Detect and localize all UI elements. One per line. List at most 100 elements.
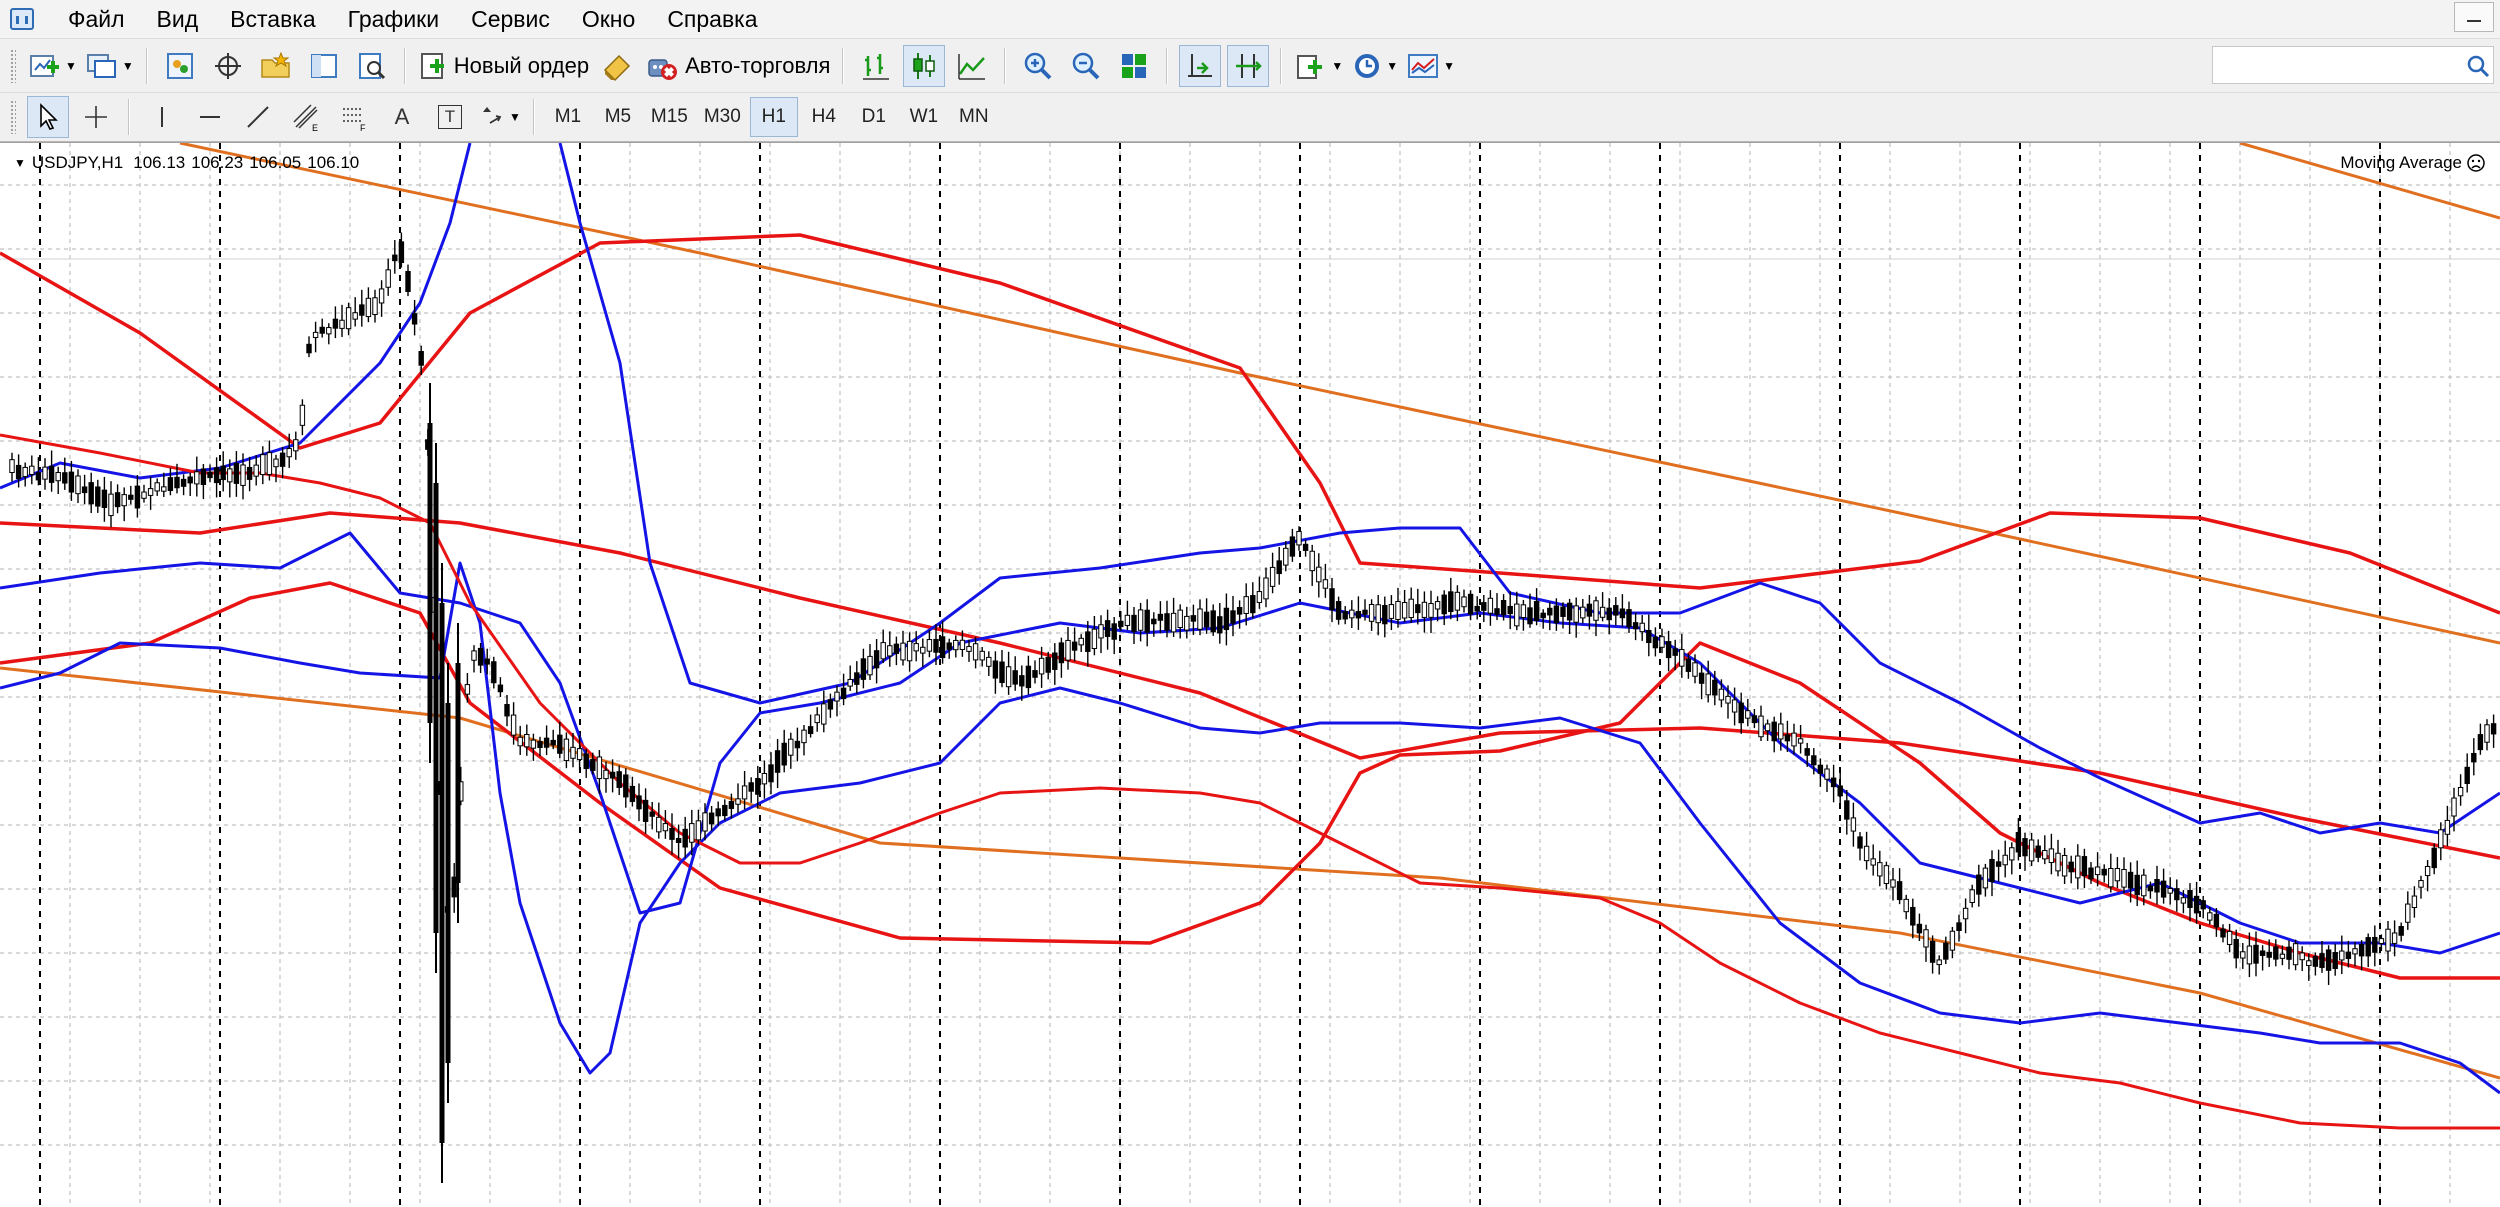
candle-body	[2160, 880, 2167, 898]
candle-body	[1712, 679, 1718, 696]
indicator-label[interactable]: Moving Average	[2340, 153, 2486, 173]
candle-body	[801, 729, 807, 744]
candle-body	[2464, 766, 2470, 784]
candle-body	[1910, 906, 1916, 926]
indicator-name: Moving Average	[2340, 153, 2462, 172]
toolbar-grip[interactable]	[10, 48, 16, 83]
timeframe-m15-button[interactable]: M15	[644, 97, 695, 137]
menu-file[interactable]: Файл	[52, 0, 141, 38]
candle-body	[2213, 913, 2220, 928]
new-order-button[interactable]: Новый ордер	[417, 45, 590, 87]
collapse-triangle-icon[interactable]: ▼	[14, 156, 26, 170]
candle-body	[926, 639, 933, 652]
candle-body	[108, 493, 114, 517]
timeframe-m1-button[interactable]: M1	[544, 97, 592, 137]
zoom-in-button[interactable]	[1017, 45, 1059, 87]
candle-body	[2134, 874, 2140, 896]
line-chart-button[interactable]	[951, 45, 993, 87]
candle-body	[1230, 610, 1236, 624]
trendline-button[interactable]	[237, 96, 279, 138]
menu-window[interactable]: Окно	[566, 0, 651, 38]
tile-windows-button[interactable]	[1113, 45, 1155, 87]
chart-shift-button[interactable]	[1227, 44, 1270, 87]
metaeditor-button[interactable]	[596, 45, 638, 87]
candle-body	[788, 738, 794, 756]
candle-body	[55, 472, 61, 482]
candle-body	[880, 642, 886, 660]
timeframe-mn-button[interactable]: MN	[950, 97, 998, 137]
standard-toolbar: ▼ ▼ Новый ордер Авто-торговля ▼ ▼ ▼	[0, 38, 2500, 92]
timeframe-h1-button[interactable]: H1	[749, 97, 798, 137]
candle-body	[1698, 672, 1705, 684]
crosshair-tool-button[interactable]	[75, 96, 117, 138]
auto-trading-button[interactable]: Авто-торговля	[644, 45, 831, 87]
candle-body	[2088, 867, 2094, 880]
candle-body	[293, 439, 299, 452]
horizontal-line-button[interactable]	[189, 96, 231, 138]
candle-body	[1857, 836, 1863, 849]
candle-body	[1263, 577, 1269, 600]
templates-button[interactable]: ▼	[1405, 45, 1456, 87]
menu-tools[interactable]: Сервис	[455, 0, 566, 38]
channel-icon: E	[293, 104, 318, 132]
candle-body	[755, 777, 761, 795]
arrows-button[interactable]: ▼	[477, 96, 522, 138]
text-label-tool-button[interactable]: T	[429, 96, 471, 138]
candle-body	[365, 297, 372, 318]
text-tool-button[interactable]: A	[381, 96, 423, 138]
timeframe-m30-button[interactable]: M30	[697, 97, 748, 137]
text-tool-label: A	[394, 104, 410, 129]
timeframe-h4-button[interactable]: H4	[800, 97, 848, 137]
candle-body	[445, 703, 451, 1063]
menu-charts[interactable]: Графики	[332, 0, 455, 38]
vertical-line-button[interactable]	[141, 96, 183, 138]
fibonacci-icon: F	[343, 108, 366, 132]
candle-body	[524, 733, 530, 748]
candle-body	[2114, 868, 2121, 882]
indicators-button[interactable]: ▼	[1293, 45, 1344, 87]
candlestick-chart-button[interactable]	[903, 44, 946, 87]
toolbar-grip[interactable]	[10, 100, 16, 134]
bar-chart-icon	[863, 53, 890, 80]
strategy-tester-button[interactable]	[351, 45, 393, 87]
candle-body	[372, 297, 378, 316]
navigator-button[interactable]	[255, 45, 297, 87]
fibonacci-button[interactable]: F	[333, 96, 375, 138]
candle-body	[2405, 903, 2411, 923]
candle-body	[1131, 614, 1137, 632]
menu-view[interactable]: Вид	[141, 0, 215, 38]
auto-scroll-button[interactable]	[1179, 44, 1222, 87]
candle-body	[497, 684, 504, 693]
menu-insert[interactable]: Вставка	[214, 0, 332, 38]
new-chart-button[interactable]: ▼	[27, 45, 78, 87]
candle-body	[557, 734, 563, 754]
bar-chart-button[interactable]	[855, 45, 897, 87]
candle-body	[2259, 950, 2266, 956]
timeframe-m5-button[interactable]: M5	[594, 97, 642, 137]
timeframe-d1-button[interactable]: D1	[850, 97, 898, 137]
candle-body	[385, 269, 391, 288]
candle-body	[2233, 938, 2239, 959]
zoom-out-button[interactable]	[1065, 45, 1107, 87]
menu-help[interactable]: Справка	[651, 0, 773, 38]
price-chart[interactable]	[0, 143, 2500, 1207]
periods-button[interactable]: ▼	[1350, 45, 1399, 87]
window-minimize-button[interactable]	[2454, 2, 2494, 32]
profiles-button[interactable]: ▼	[84, 45, 135, 87]
terminal-button[interactable]	[303, 45, 345, 87]
candle-body	[2279, 953, 2286, 959]
candle-body	[2167, 888, 2173, 894]
app-icon	[10, 8, 34, 30]
search-input[interactable]	[2212, 46, 2494, 84]
market-watch-button[interactable]	[159, 45, 201, 87]
cursor-tool-button[interactable]	[27, 96, 69, 138]
equidistant-channel-button[interactable]: E	[285, 96, 327, 138]
chevron-down-icon: ▼	[1443, 58, 1456, 73]
candle-body	[2385, 928, 2391, 952]
candle-body	[1758, 715, 1764, 738]
data-window-button[interactable]	[207, 45, 249, 87]
candle-body	[616, 771, 622, 788]
chart-window[interactable]: ▼ USDJPY,H1 106.13 106.23 106.05 106.10 …	[0, 142, 2500, 1207]
candle-body	[427, 423, 433, 723]
timeframe-w1-button[interactable]: W1	[900, 97, 948, 137]
